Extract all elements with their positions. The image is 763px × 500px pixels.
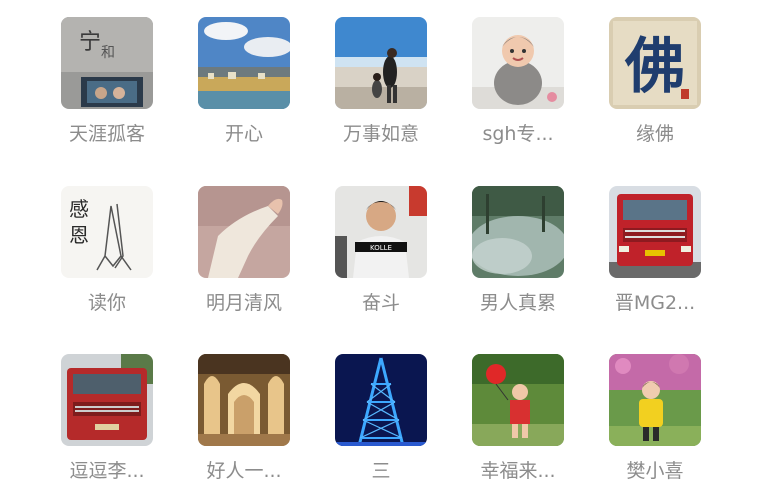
contact-name: 开心: [224, 123, 263, 145]
svg-text:恩: 恩: [69, 223, 89, 247]
svg-text:和: 和: [101, 45, 115, 61]
child-with-balloon-avatar: [472, 354, 564, 446]
contact-name: 好人一...: [206, 460, 282, 482]
praying-hands-avatar: 感 恩: [61, 186, 153, 278]
contact-item[interactable]: 佛 缘佛: [609, 17, 701, 146]
contact-name: 读你: [87, 292, 126, 314]
contact-name: 幸福来...: [480, 460, 556, 482]
calligraphy-photo-avatar: 宁 和: [61, 17, 153, 109]
church-interior-avatar: [198, 354, 290, 446]
contact-item[interactable]: 逗逗李...: [61, 354, 153, 483]
contact-item[interactable]: 感 恩 读你: [61, 186, 153, 315]
contact-name: 逗逗李...: [69, 460, 145, 482]
red-truck-avatar: [609, 186, 701, 278]
contact-item[interactable]: sgh专...: [472, 17, 564, 146]
landscape-avatar: [198, 17, 290, 109]
svg-text:KOLLE: KOLLE: [370, 244, 392, 252]
contact-name: 晋MG2...: [614, 292, 696, 314]
svg-text:感: 感: [69, 197, 89, 221]
contact-item[interactable]: 晋MG2...: [609, 186, 701, 315]
man-portrait-avatar: KOLLE: [335, 186, 427, 278]
contact-name: 樊小喜: [626, 460, 684, 482]
misty-forest-avatar: [472, 186, 564, 278]
contact-item[interactable]: 开心: [198, 17, 290, 146]
contact-name: sgh专...: [482, 123, 554, 145]
contact-item[interactable]: 明月清风: [198, 186, 290, 315]
blue-tower-avatar: [335, 354, 427, 446]
contact-item[interactable]: 万事如意: [335, 17, 427, 146]
contact-item[interactable]: 幸福来...: [472, 354, 564, 483]
contact-name: 男人真累: [479, 292, 556, 314]
contact-name: 缘佛: [635, 123, 674, 145]
contact-item[interactable]: 三: [335, 354, 427, 483]
contact-name: 明月清风: [205, 292, 282, 314]
svg-text:佛: 佛: [624, 32, 685, 102]
contact-grid: 宁 和 天涯孤客 开心 万事如意 sgh专... 佛 缘佛 感 恩 读你 明月清…: [0, 0, 763, 500]
contact-item[interactable]: 樊小喜: [609, 354, 701, 483]
contact-name: 奋斗: [361, 292, 400, 314]
contact-item[interactable]: 男人真累: [472, 186, 564, 315]
people-at-sky-avatar: [335, 17, 427, 109]
contact-name: 天涯孤客: [68, 123, 145, 145]
contact-name: 三: [371, 460, 391, 482]
red-truck-avatar: [61, 354, 153, 446]
contact-name: 万事如意: [342, 123, 419, 145]
buddha-calligraphy-avatar: 佛: [609, 17, 701, 109]
svg-text:宁: 宁: [79, 30, 101, 55]
hand-avatar: [198, 186, 290, 278]
contact-item[interactable]: KOLLE 奋斗: [335, 186, 427, 315]
girl-in-garden-avatar: [609, 354, 701, 446]
baby-avatar: [472, 17, 564, 109]
contact-item[interactable]: 宁 和 天涯孤客: [61, 17, 153, 146]
contact-item[interactable]: 好人一...: [198, 354, 290, 483]
